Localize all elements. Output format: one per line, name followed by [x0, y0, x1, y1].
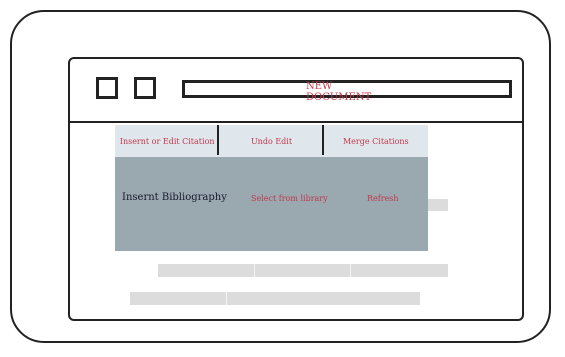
citation-menu-top-row: Insernt or Edit Citation Undo Edit Merge…	[115, 125, 428, 157]
citation-menu-bottom-row: Insernt Bibliography Select from library…	[115, 157, 428, 251]
device-frame: NEW DOCUMENT Insernt or Edit Citation Un…	[10, 10, 551, 343]
content-placeholder-3	[130, 292, 420, 305]
insert-bibliography-item[interactable]: Insernt Bibliography	[122, 192, 227, 203]
document-title: NEW DOCUMENT	[306, 81, 372, 103]
app-window: NEW DOCUMENT Insernt or Edit Citation Un…	[68, 57, 524, 321]
window-button-2[interactable]	[134, 77, 156, 99]
window-button-1[interactable]	[96, 77, 118, 99]
undo-edit-item[interactable]: Undo Edit	[219, 125, 324, 157]
undo-edit-label: Undo Edit	[250, 136, 293, 146]
title-bar: NEW DOCUMENT	[70, 59, 522, 123]
merge-citations-item[interactable]: Merge Citations	[324, 125, 428, 157]
content-placeholder-2	[158, 264, 448, 277]
insert-edit-citation-label: Insernt or Edit Citation	[119, 136, 215, 146]
merge-citations-label: Merge Citations	[342, 136, 409, 146]
refresh-item[interactable]: Refresh	[367, 194, 399, 203]
insert-edit-citation-item[interactable]: Insernt or Edit Citation	[115, 125, 220, 157]
select-from-library-item[interactable]: Select from library	[251, 194, 328, 203]
